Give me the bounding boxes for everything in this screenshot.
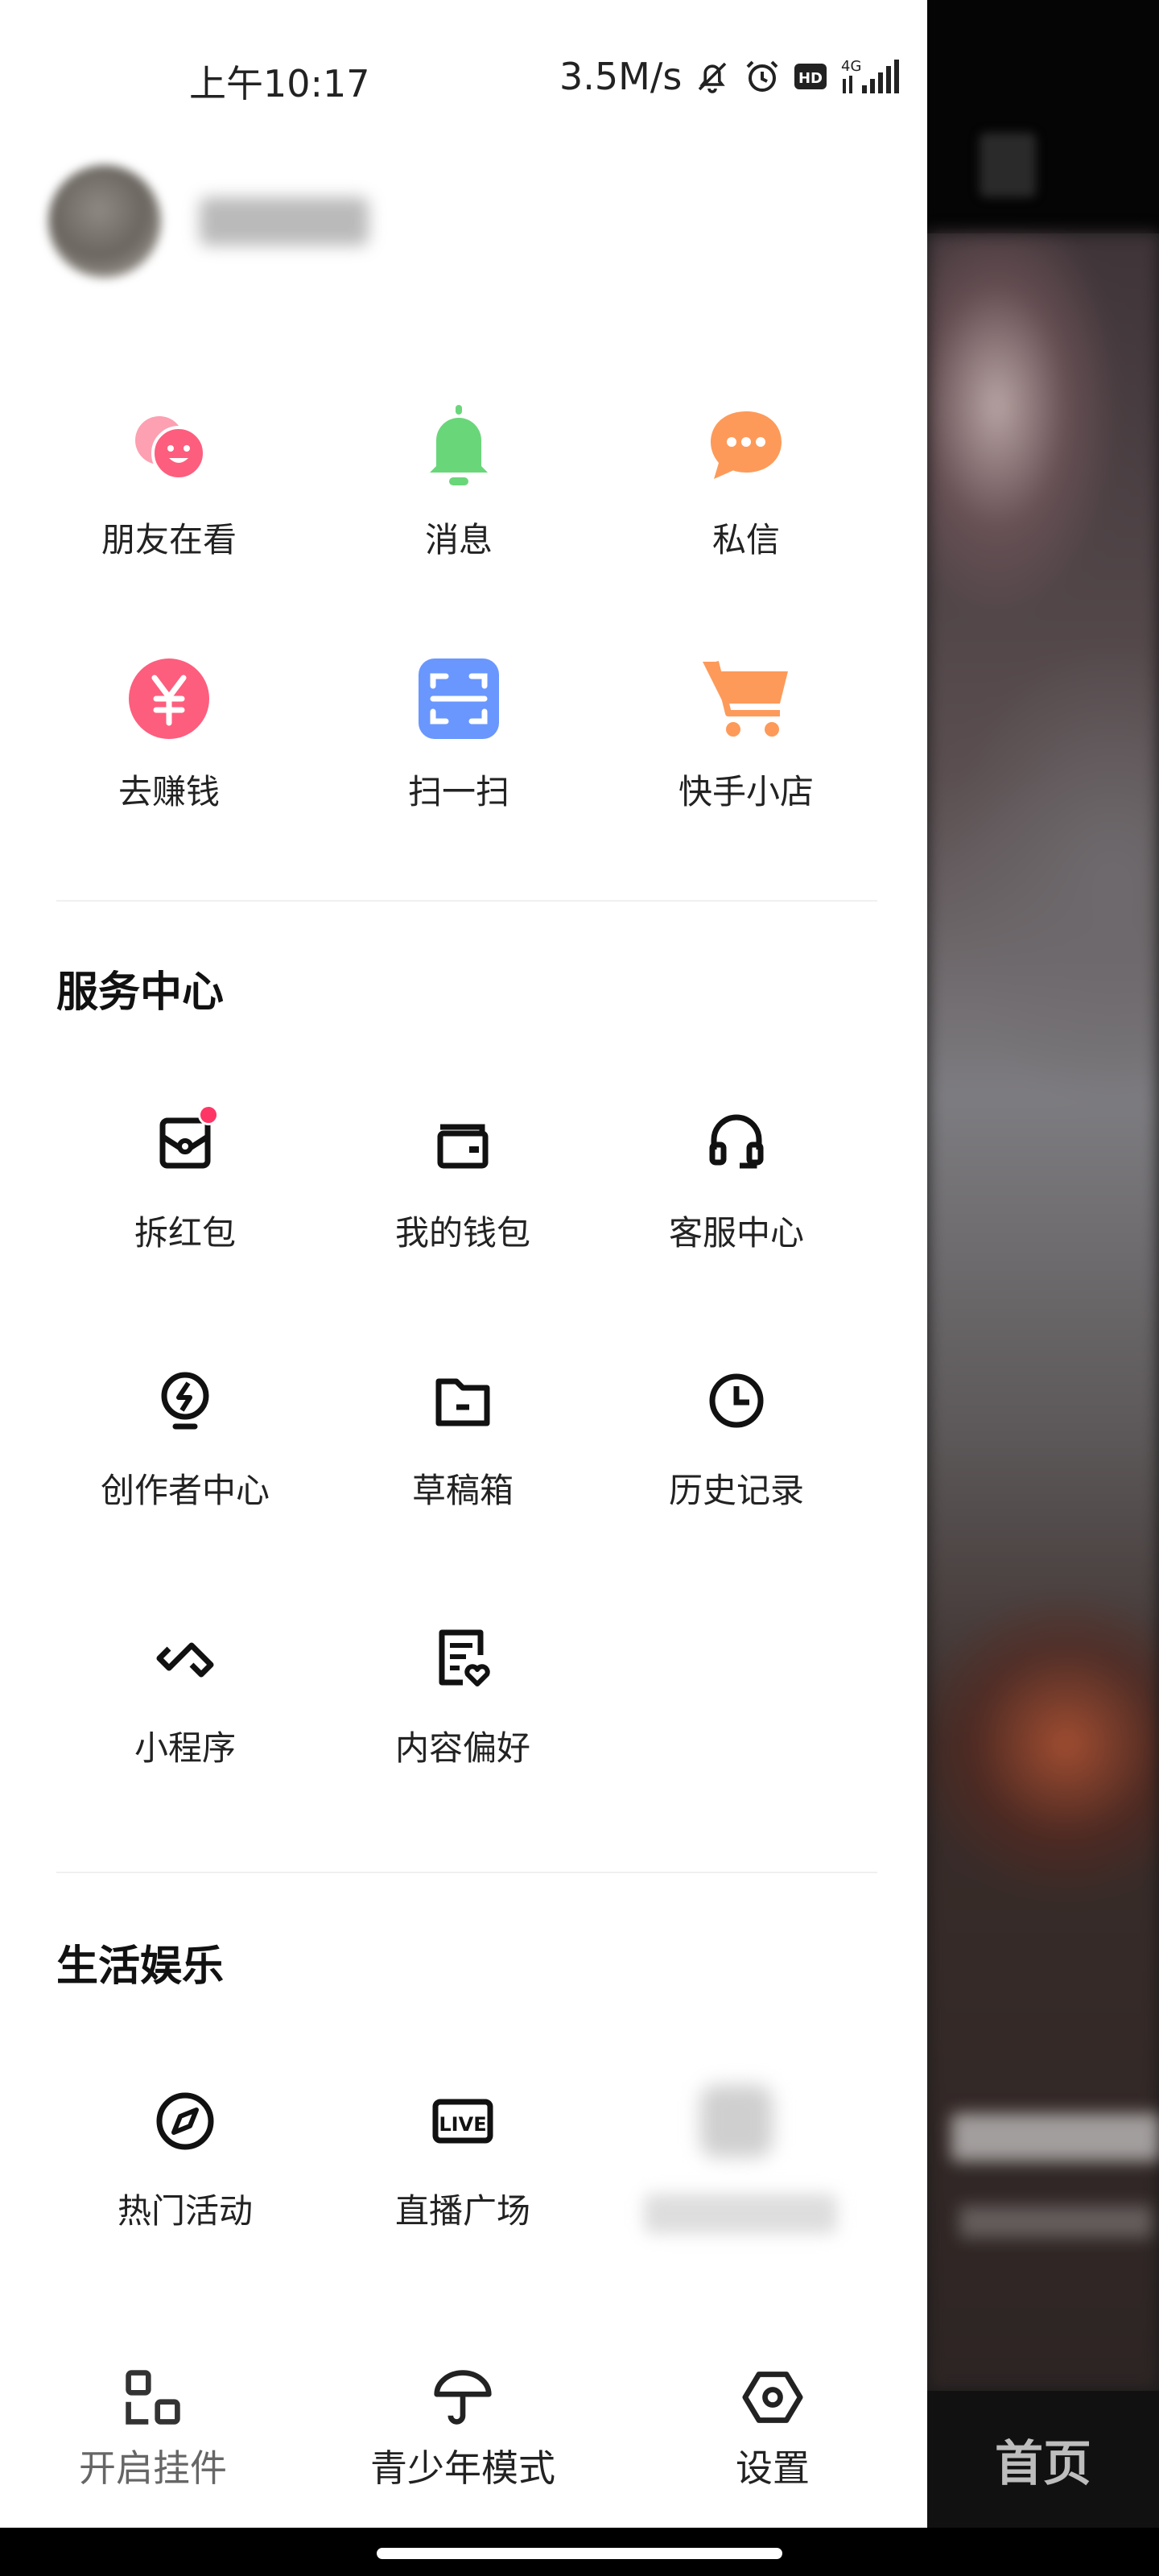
clock-icon bbox=[709, 1373, 764, 1428]
scan-button[interactable]: 扫一扫 bbox=[366, 650, 551, 814]
settings-icon bbox=[742, 2372, 803, 2423]
document-heart-icon bbox=[439, 1629, 490, 1686]
alarm-icon bbox=[746, 60, 778, 92]
umbrella-icon bbox=[434, 2370, 492, 2425]
svg-text:HD: HD bbox=[798, 70, 823, 87]
red-packet-button[interactable]: 拆红包 bbox=[89, 1104, 282, 1255]
teen-mode-button[interactable]: 青少年模式 bbox=[338, 2367, 588, 2492]
customer-service-button[interactable]: 客服中心 bbox=[640, 1111, 833, 1255]
kuaishou-shop-button[interactable]: 快手小店 bbox=[654, 650, 839, 814]
widget-label: 开启挂件 bbox=[79, 2446, 227, 2490]
avatar[interactable] bbox=[48, 165, 161, 278]
status-indicators: 3.5M/s HD 4G bbox=[559, 55, 912, 98]
widget-button[interactable]: 开启挂件 bbox=[56, 2367, 250, 2492]
scan-label: 扫一扫 bbox=[407, 772, 509, 811]
private-messages-label: 私信 bbox=[711, 520, 780, 559]
kuaishou-shop-label: 快手小店 bbox=[678, 772, 814, 811]
history-label: 历史记录 bbox=[668, 1471, 804, 1510]
blurred-app-icon[interactable] bbox=[700, 2085, 773, 2157]
messages-label: 消息 bbox=[424, 520, 493, 559]
hot-events-label: 热门活动 bbox=[117, 2191, 253, 2231]
mini-program-label: 小程序 bbox=[134, 1728, 236, 1768]
divider bbox=[56, 900, 877, 902]
yuan-coin-icon bbox=[129, 658, 209, 739]
life-entertainment-title: 生活娱乐 bbox=[56, 1942, 225, 1991]
home-tab[interactable]: 首页 bbox=[927, 2391, 1159, 2528]
teen-mode-label: 青少年模式 bbox=[370, 2446, 555, 2490]
mute-bell-icon bbox=[699, 62, 727, 93]
svg-text:4G: 4G bbox=[841, 58, 861, 75]
username[interactable] bbox=[200, 197, 369, 246]
infinity-icon bbox=[156, 1642, 214, 1678]
blurred-caption-secondary bbox=[959, 2206, 1153, 2238]
divider bbox=[56, 1872, 877, 1873]
drafts-button[interactable]: 草稿箱 bbox=[366, 1368, 559, 1513]
private-messages-button[interactable]: 私信 bbox=[654, 398, 839, 562]
shopping-cart-icon bbox=[703, 661, 788, 737]
wallet-icon bbox=[437, 1124, 489, 1169]
wallet-label: 我的钱包 bbox=[394, 1213, 530, 1253]
network-speed: 3.5M/s bbox=[559, 55, 683, 98]
earn-money-button[interactable]: 去赚钱 bbox=[76, 650, 262, 814]
blurred-caption bbox=[951, 2113, 1159, 2161]
drawer-bottom-bar: 开启挂件 青少年模式 设置 bbox=[0, 2334, 927, 2528]
wallet-button[interactable]: 我的钱包 bbox=[366, 1111, 559, 1255]
creator-center-label: 创作者中心 bbox=[100, 1471, 270, 1510]
history-button[interactable]: 历史记录 bbox=[640, 1368, 833, 1513]
status-time: 上午10:17 bbox=[189, 62, 370, 105]
video-top-area bbox=[927, 0, 1159, 233]
settings-label: 设置 bbox=[736, 2446, 810, 2490]
bell-icon bbox=[430, 405, 488, 485]
compass-icon bbox=[156, 2092, 214, 2150]
blurred-app-label bbox=[644, 2194, 837, 2234]
scan-icon bbox=[419, 658, 499, 739]
svg-text:LIVE: LIVE bbox=[439, 2113, 486, 2136]
blurred-menu-icon bbox=[980, 133, 1036, 197]
friends-watching-button[interactable]: 朋友在看 bbox=[76, 398, 262, 562]
home-indicator[interactable] bbox=[377, 2548, 782, 2559]
mini-program-button[interactable]: 小程序 bbox=[89, 1626, 282, 1770]
video-preview bbox=[927, 233, 1159, 2391]
headset-icon bbox=[709, 1114, 764, 1169]
hd-badge-icon: HD bbox=[794, 64, 827, 89]
status-bar: 上午10:17 3.5M/s HD 4G bbox=[0, 48, 927, 113]
live-plaza-button[interactable]: LIVE 直播广场 bbox=[366, 2089, 559, 2233]
content-preference-label: 内容偏好 bbox=[394, 1728, 530, 1768]
bulb-icon bbox=[161, 1372, 209, 1430]
widget-icon bbox=[126, 2370, 180, 2425]
hot-events-button[interactable]: 热门活动 bbox=[89, 2089, 282, 2233]
notification-dot bbox=[198, 1104, 219, 1125]
settings-button[interactable]: 设置 bbox=[676, 2367, 869, 2492]
messages-button[interactable]: 消息 bbox=[366, 398, 551, 562]
friends-watching-label: 朋友在看 bbox=[101, 520, 237, 559]
drafts-label: 草稿箱 bbox=[411, 1471, 514, 1510]
folder-icon bbox=[435, 1378, 490, 1426]
home-tab-label: 首页 bbox=[995, 2435, 1091, 2492]
friends-watching-icon bbox=[135, 416, 206, 481]
video-background-panel[interactable]: 首页 bbox=[927, 0, 1159, 2576]
live-plaza-label: 直播广场 bbox=[394, 2191, 530, 2231]
content-preference-button[interactable]: 内容偏好 bbox=[366, 1626, 559, 1770]
side-drawer: 上午10:17 3.5M/s HD 4G 朋友在看 消息 私信 去赚钱 扫一扫 … bbox=[0, 0, 927, 2576]
creator-center-button[interactable]: 创作者中心 bbox=[89, 1368, 282, 1513]
service-center-title: 服务中心 bbox=[56, 968, 225, 1017]
signal-4g-icon: 4G bbox=[841, 58, 900, 93]
customer-service-label: 客服中心 bbox=[668, 1213, 804, 1253]
earn-money-label: 去赚钱 bbox=[118, 772, 220, 811]
red-packet-label: 拆红包 bbox=[134, 1213, 236, 1253]
chat-bubble-icon bbox=[711, 411, 782, 479]
live-icon: LIVE bbox=[432, 2099, 493, 2144]
